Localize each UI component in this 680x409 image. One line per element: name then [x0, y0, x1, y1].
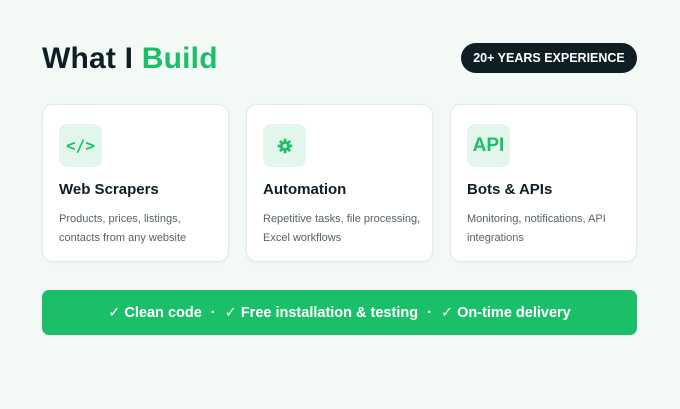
card-title: Bots & APIs	[467, 181, 553, 198]
feature-on-time-delivery: ✓ On-time delivery	[440, 304, 571, 321]
code-icon: </>	[59, 124, 102, 167]
feature-clean-code: ✓ Clean code	[108, 304, 202, 321]
card-description: Products, prices, listings, contacts fro…	[59, 213, 187, 244]
experience-badge: 20+ YEARS EXPERIENCE	[461, 43, 637, 73]
api-icon: API	[467, 124, 510, 167]
card-title: Automation	[263, 181, 347, 198]
service-card-bots-apis: API Bots & APIs Monitoring, notification…	[450, 104, 637, 262]
feature-free-installation: ✓ Free installation & testing	[224, 304, 419, 321]
service-card-web-scrapers: </> Web Scrapers Products, prices, listi…	[42, 104, 229, 262]
separator-dot: ·	[210, 304, 216, 321]
gear-icon-glyph	[277, 138, 292, 153]
card-title: Web Scrapers	[59, 181, 159, 198]
service-card-automation: Automation Repetitive tasks, file proces…	[246, 104, 433, 262]
title-text: What I	[42, 42, 142, 75]
features-banner: ✓ Clean code · ✓ Free installation & tes…	[42, 290, 637, 335]
card-description: Repetitive tasks, file processing, Excel…	[263, 213, 421, 244]
page-title: What I Build	[42, 40, 218, 78]
card-description: Monitoring, notifications, API integrati…	[467, 213, 606, 244]
separator-dot: ·	[427, 304, 432, 321]
page: What I Build 20+ YEARS EXPERIENCE </> We…	[0, 0, 680, 409]
gear-icon	[263, 124, 306, 167]
title-accent-text: Build	[141, 42, 218, 75]
